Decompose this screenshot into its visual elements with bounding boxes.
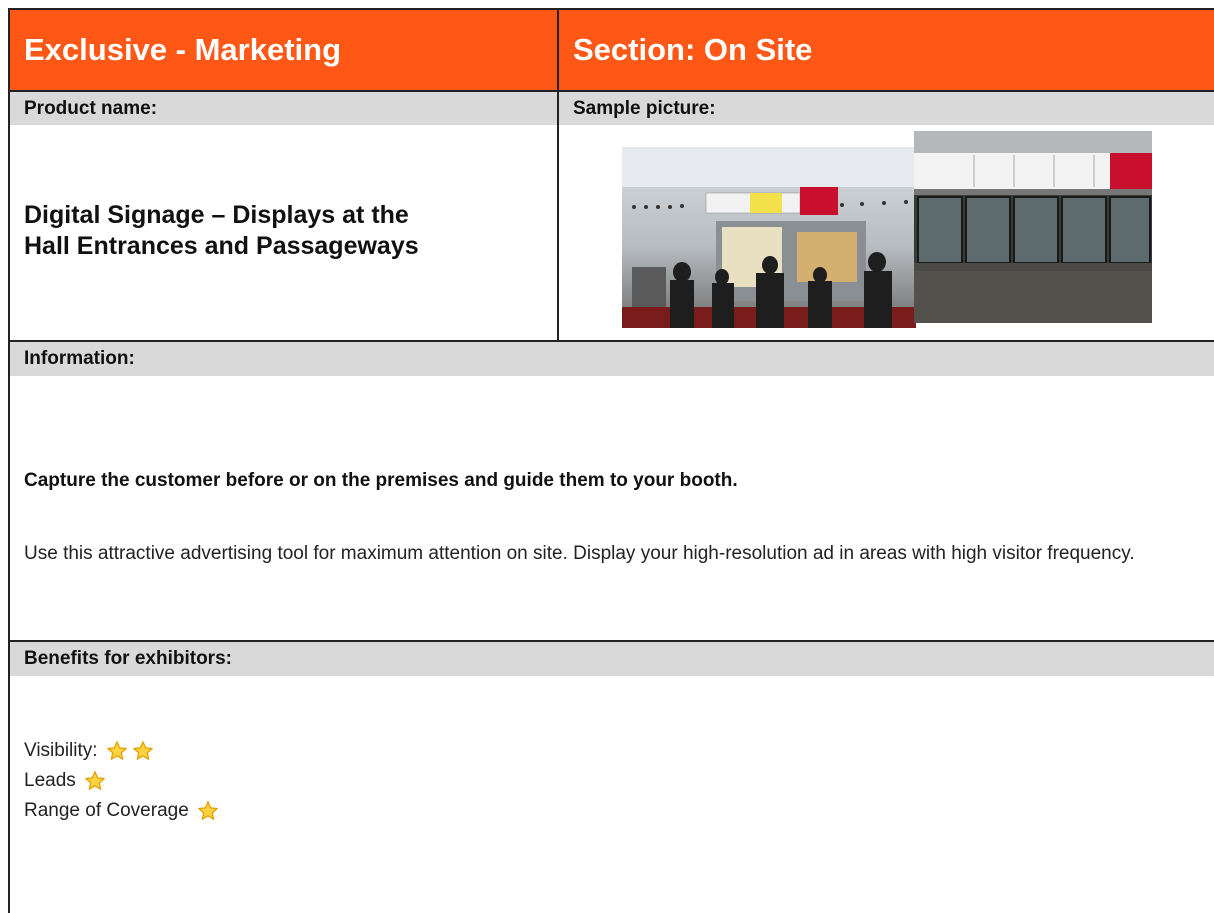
product-name-label: Product name:: [10, 92, 557, 125]
column-divider: [557, 92, 559, 340]
information-headline: Capture the customer before or on the pr…: [24, 470, 738, 491]
product-name-line2: Hall Entrances and Passageways: [24, 232, 419, 260]
sample-photo-hall-passageway: [622, 147, 916, 328]
benefit-label: Range of Coverage: [24, 800, 189, 821]
benefit-visibility: Visibility:: [24, 740, 154, 762]
star-icon: [84, 771, 105, 790]
rating-stars: [193, 800, 219, 822]
sample-pictures: [622, 131, 1158, 331]
benefit-label: Leads: [24, 770, 76, 791]
rating-stars: [102, 740, 154, 762]
benefit-label: Visibility:: [24, 740, 98, 761]
information-body: Use this attractive advertising tool for…: [24, 543, 1135, 564]
benefit-leads: Leads: [24, 770, 106, 792]
header-left-title: Exclusive - Marketing: [10, 10, 559, 90]
rating-stars: [80, 770, 106, 792]
benefits-label: Benefits for exhibitors:: [10, 642, 1214, 676]
product-name-line1: Digital Signage – Displays at the: [24, 201, 409, 229]
information-label: Information:: [10, 342, 1214, 376]
star-icon: [106, 741, 127, 760]
product-sheet: Exclusive - Marketing Section: On Site P…: [8, 8, 1214, 913]
sample-photo-hall-entrance: [914, 131, 1152, 323]
header-right-title: Section: On Site: [559, 10, 1214, 90]
product-name: Digital Signage – Displays at the Hall E…: [24, 200, 544, 262]
star-icon: [197, 801, 218, 820]
star-icon: [132, 741, 153, 760]
sample-picture-label: Sample picture:: [559, 92, 1214, 125]
benefit-range-of-coverage: Range of Coverage: [24, 800, 219, 822]
